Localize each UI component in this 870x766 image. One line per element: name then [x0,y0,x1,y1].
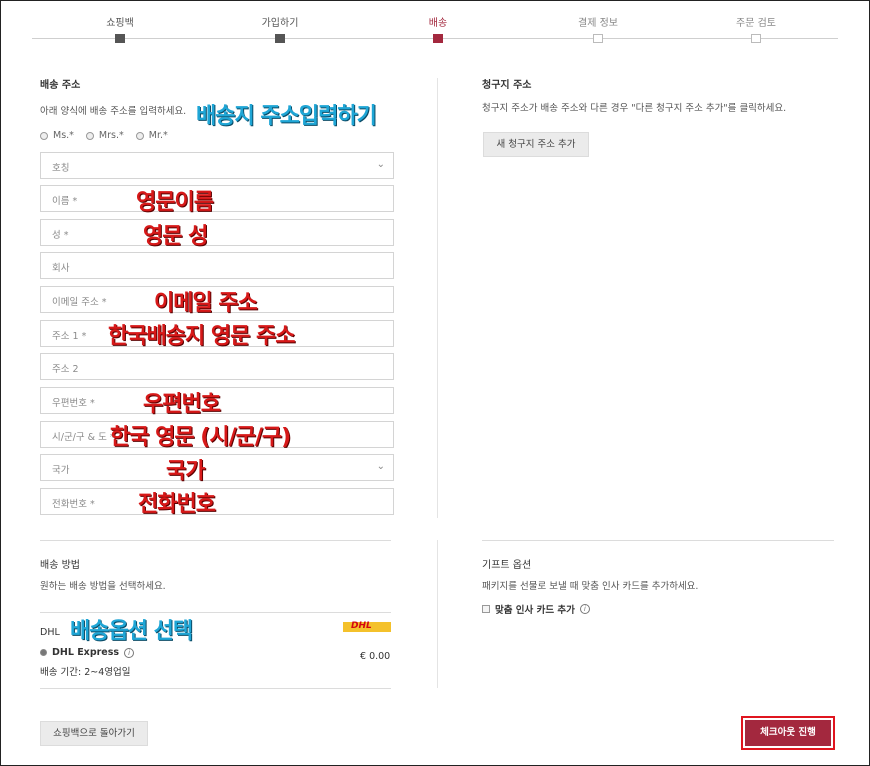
step-signup[interactable]: 가입하기 [220,14,340,43]
field-placeholder: 국가 [52,465,70,476]
column-divider [437,540,438,688]
radio-label: Ms.* [53,130,74,141]
phone-field[interactable]: 전화번호 * [40,488,394,515]
billing-address-intro: 청구지 주소가 배송 주소와 다른 경우 "다른 청구지 주소 추가"를 클릭하… [482,103,787,114]
greeting-card-checkbox-row[interactable]: 맞춤 인사 카드 추가 i [482,602,590,616]
field-placeholder: 이메일 주소 * [52,297,107,308]
divider [40,688,391,689]
step-label: 배송 [428,18,448,29]
annotation-last-name: 영문 성 [143,224,208,249]
annotation-postal: 우편번호 [143,392,221,417]
radio-dot [40,131,48,140]
step-shopping-bag[interactable]: 쇼핑백 [60,14,180,43]
billing-address-title: 청구지 주소 [482,80,532,91]
shipping-method-title: 배송 방법 [40,560,80,571]
radio-mr[interactable]: Mr.* [135,130,168,141]
chevron-down-icon: ⌄ [376,461,385,472]
field-placeholder: 주소 2 [52,364,79,375]
radio-dot [135,131,144,140]
dhl-logo: DHL [343,621,391,632]
shipping-address-intro: 아래 양식에 배송 주소를 입력하세요. [40,106,187,117]
radio-label: Mrs.* [98,130,124,141]
radio-selected[interactable] [40,649,47,656]
divider [482,540,834,541]
address2-field[interactable]: 주소 2 [40,353,394,380]
gift-options-title: 기프트 옵션 [482,560,532,571]
last-name-field[interactable]: 성 * [40,219,394,246]
annotation-city: 한국 영문 (시/군/구) [110,425,291,450]
checkout-stepper: 쇼핑백 가입하기 배송 결제 정보 주문 검토 [32,14,838,54]
annotation-shipping-address: 배송지 주소입력하기 [196,104,377,129]
salutation-radio-group: Ms.* Mrs.* Mr.* [40,130,168,141]
field-placeholder: 이름 * [52,196,78,207]
field-placeholder: 우편번호 * [52,398,95,409]
step-marker [751,34,761,43]
country-select[interactable]: 국가 ⌄ [40,454,394,481]
radio-mrs[interactable]: Mrs.* [85,130,124,141]
field-placeholder: 시/군/구 & 도 * [52,432,115,443]
chevron-down-icon: ⌄ [376,159,385,170]
checkout-button[interactable]: 체크아웃 진행 [745,720,831,746]
field-placeholder: 주소 1 * [52,331,87,342]
checkbox-label: 맞춤 인사 카드 추가 [495,605,575,616]
step-label: 주문 검토 [736,18,776,29]
option-duration: 배송 기간: 2~4영업일 [40,667,131,678]
field-placeholder: 성 * [52,230,69,241]
option-name: DHL Express [52,647,120,658]
step-marker [115,34,125,43]
option-price: € 0.00 [360,651,391,662]
step-review: 주문 검토 [696,14,816,43]
step-marker [433,34,443,43]
annotation-first-name: 영문이름 [136,190,214,215]
step-label: 쇼핑백 [106,18,134,29]
divider [40,540,391,541]
shipping-address-title: 배송 주소 [40,80,81,91]
dhl-logo-text: DHL [351,621,372,631]
radio-label: Mr.* [148,130,168,141]
shipping-method-intro: 원하는 배송 방법을 선택하세요. [40,581,166,592]
field-placeholder: 호칭 [52,163,70,174]
field-placeholder: 전화번호 * [52,499,95,510]
annotation-email: 이메일 주소 [154,291,258,316]
annotation-shipping-option: 배송옵션 선택 [70,619,193,644]
checkout-button-highlight: 체크아웃 진행 [741,716,835,750]
column-divider [437,78,438,518]
step-payment: 결제 정보 [538,14,658,43]
radio-dot [85,131,94,140]
carrier-label: DHL [40,627,60,638]
dhl-express-option[interactable]: DHL Express i [40,647,135,658]
first-name-field[interactable]: 이름 * [40,185,394,212]
checkbox[interactable] [482,605,490,613]
step-shipping[interactable]: 배송 [378,14,498,43]
info-icon[interactable]: i [124,647,135,658]
back-to-bag-button[interactable]: 쇼핑백으로 돌아가기 [40,721,148,746]
step-marker [275,34,285,43]
step-label: 가입하기 [261,18,299,29]
title-select[interactable]: 호칭 ⌄ [40,152,394,179]
add-billing-address-button[interactable]: 새 청구지 주소 추가 [483,132,589,157]
annotation-country: 국가 [166,459,205,484]
info-icon[interactable]: i [579,604,590,614]
step-label: 결제 정보 [578,18,618,29]
step-marker [593,34,603,43]
annotation-address1: 한국배송지 영문 주소 [108,324,295,349]
annotation-phone: 전화번호 [138,492,216,517]
radio-ms[interactable]: Ms.* [40,130,74,141]
field-placeholder: 회사 [52,263,70,274]
company-field[interactable]: 회사 [40,252,394,279]
gift-options-intro: 패키지를 선물로 보낼 때 맞춤 인사 카드를 추가하세요. [482,581,699,592]
